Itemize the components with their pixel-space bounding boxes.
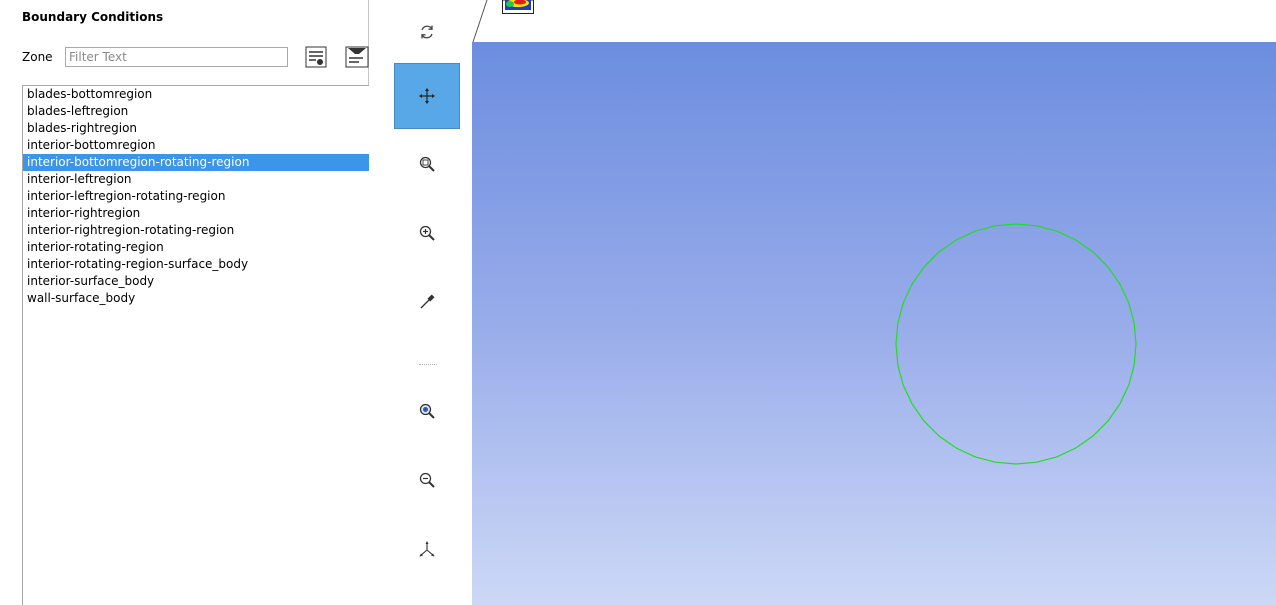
zone-list-item[interactable]: interior-leftregion [23, 171, 369, 188]
zone-list-item[interactable]: interior-bottomregion-rotating-region [23, 154, 369, 171]
zone-list-item[interactable]: interior-leftregion-rotating-region [23, 188, 369, 205]
probe-button[interactable] [394, 270, 460, 334]
zone-list-item[interactable]: interior-rightregion [23, 205, 369, 222]
pan-button[interactable] [394, 63, 460, 129]
zoom-in-button[interactable] [394, 201, 460, 265]
axes-button[interactable] [394, 517, 460, 581]
zone-list-item[interactable]: blades-rightregion [23, 120, 369, 137]
probe-icon [420, 294, 435, 309]
zoom-to-area-button[interactable] [394, 132, 460, 196]
boundary-conditions-panel: Boundary Conditions Zone blades-bottomre… [0, 0, 369, 605]
colormap-icon[interactable] [502, 0, 534, 14]
zone-label: Zone [22, 50, 53, 64]
zoom-out-icon [419, 472, 435, 488]
filter-button[interactable] [345, 45, 369, 69]
rotate-button[interactable] [394, 0, 460, 64]
zone-list-item[interactable]: interior-surface_body [23, 273, 369, 290]
toolbar-separator [419, 364, 437, 367]
zone-list-item[interactable]: interior-rightregion-rotating-region [23, 222, 369, 239]
zone-list-item[interactable]: blades-leftregion [23, 103, 369, 120]
zoom-fit-icon [419, 403, 435, 419]
zone-list-item[interactable]: interior-rotating-region [23, 239, 369, 256]
graphics-header [472, 0, 1276, 42]
mesh-outline [895, 223, 1137, 465]
zone-list-item[interactable]: interior-bottomregion [23, 137, 369, 154]
graphics-window[interactable] [472, 42, 1276, 605]
circle-outline [895, 223, 1137, 465]
zoom-to-area-icon [419, 156, 435, 172]
panel-title: Boundary Conditions [22, 10, 164, 24]
header-divider [472, 0, 488, 42]
axes-icon [419, 541, 435, 557]
list-options-button[interactable] [305, 45, 327, 69]
zone-list-item[interactable]: interior-rotating-region-surface_body [23, 256, 369, 273]
zone-list[interactable]: blades-bottomregion blades-leftregion blad… [22, 85, 369, 605]
rotate-icon [421, 25, 433, 39]
zone-list-item[interactable]: blades-bottomregion [23, 86, 369, 103]
list-options-icon [305, 46, 327, 68]
zoom-in-icon [419, 225, 435, 241]
view-toolbar [369, 0, 472, 605]
filter-icon [345, 46, 369, 68]
zone-list-item[interactable]: wall-surface_body [23, 290, 369, 307]
pan-icon [419, 88, 435, 104]
zoom-out-button[interactable] [394, 448, 460, 512]
zone-filter-input[interactable] [65, 47, 288, 67]
zoom-fit-button[interactable] [394, 379, 460, 443]
